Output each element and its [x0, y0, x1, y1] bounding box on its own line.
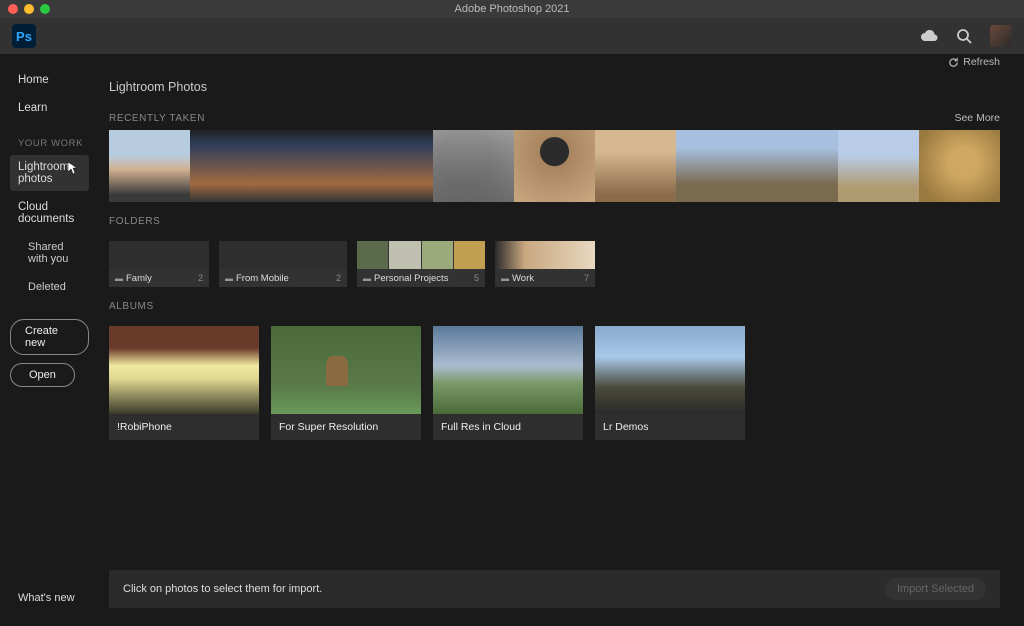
album-lr-demos[interactable]: Lr Demos: [595, 326, 745, 440]
folder-work[interactable]: ▬Work 7: [495, 241, 595, 287]
nav-item-label: Lightroom photos: [18, 161, 69, 185]
folder-count: 7: [584, 273, 589, 283]
folder-from-mobile[interactable]: ▬From Mobile 2: [219, 241, 347, 287]
folder-icon: ▬: [501, 274, 509, 283]
folder-icon: ▬: [363, 274, 371, 283]
folder-name: Famly: [126, 273, 152, 284]
cloud-icon[interactable]: [920, 30, 938, 42]
search-icon[interactable]: [956, 28, 972, 44]
album-name: For Super Resolution: [271, 414, 421, 440]
folder-icon: ▬: [115, 274, 123, 283]
user-avatar[interactable]: [990, 25, 1012, 47]
folders-row: ▬Famly 2 ▬From Mobile 2 ▬Personal Projec…: [109, 241, 1000, 287]
recent-thumb[interactable]: [595, 130, 676, 202]
folder-family[interactable]: ▬Famly 2: [109, 241, 209, 287]
open-button[interactable]: Open: [10, 363, 75, 387]
refresh-icon: [948, 57, 959, 68]
recent-thumb[interactable]: [433, 130, 514, 202]
app-bar: Ps: [0, 18, 1024, 54]
nav-lightroom-photos[interactable]: Lightroom photos: [10, 155, 89, 191]
folder-name: Work: [512, 273, 534, 284]
album-name: Full Res in Cloud: [433, 414, 583, 440]
folders-label: FOLDERS: [109, 216, 160, 227]
see-more-link[interactable]: See More: [954, 112, 1000, 124]
folder-name: Personal Projects: [374, 273, 448, 284]
folder-count: 2: [198, 273, 203, 283]
album-full-res[interactable]: Full Res in Cloud: [433, 326, 583, 440]
album-super-resolution[interactable]: For Super Resolution: [271, 326, 421, 440]
recently-taken-label: RECENTLY TAKEN: [109, 113, 205, 124]
recent-thumb[interactable]: [352, 130, 433, 202]
folder-icon: ▬: [225, 274, 233, 283]
macos-titlebar: Adobe Photoshop 2021: [0, 0, 1024, 18]
nav-cloud-documents[interactable]: Cloud documents: [10, 195, 89, 231]
folder-count: 5: [474, 273, 479, 283]
recent-thumb[interactable]: [919, 130, 1000, 202]
sidebar: Home Learn YOUR WORK Lightroom photos Cl…: [0, 54, 99, 626]
nav-deleted[interactable]: Deleted: [10, 275, 89, 299]
nav-learn[interactable]: Learn: [10, 96, 89, 120]
album-robiphone[interactable]: !RobiPhone: [109, 326, 259, 440]
import-hint: Click on photos to select them for impor…: [123, 583, 322, 595]
cursor-pointer-icon: [67, 161, 79, 175]
albums-row: !RobiPhone For Super Resolution Full Res…: [109, 326, 1000, 440]
refresh-button[interactable]: Refresh: [948, 56, 1000, 68]
recent-thumb[interactable]: [271, 130, 352, 202]
ps-logo-icon[interactable]: Ps: [12, 24, 36, 48]
recent-thumb[interactable]: [676, 130, 757, 202]
recent-thumb[interactable]: [109, 130, 190, 202]
albums-label: ALBUMS: [109, 301, 154, 312]
recent-strip: [109, 130, 1000, 202]
recent-thumb[interactable]: [838, 130, 919, 202]
import-selected-button[interactable]: Import Selected: [885, 578, 986, 600]
album-name: !RobiPhone: [109, 414, 259, 440]
folder-name: From Mobile: [236, 273, 289, 284]
recent-thumb[interactable]: [757, 130, 838, 202]
page-title: Lightroom Photos: [109, 80, 1000, 94]
create-new-button[interactable]: Create new: [10, 319, 89, 355]
recent-thumb[interactable]: [190, 130, 271, 202]
import-bar: Click on photos to select them for impor…: [109, 570, 1000, 608]
whats-new-link[interactable]: What's new: [10, 584, 89, 612]
folder-count: 2: [336, 273, 341, 283]
window-title: Adobe Photoshop 2021: [0, 3, 1024, 15]
album-name: Lr Demos: [595, 414, 745, 440]
recent-thumb[interactable]: [514, 130, 595, 202]
your-work-label: YOUR WORK: [18, 138, 89, 149]
main-panel: Refresh Lightroom Photos RECENTLY TAKEN …: [99, 54, 1024, 626]
nav-shared-with-you[interactable]: Shared with you: [10, 235, 89, 271]
nav-home[interactable]: Home: [10, 68, 89, 92]
folder-personal-projects[interactable]: ▬Personal Projects 5: [357, 241, 485, 287]
refresh-label: Refresh: [963, 56, 1000, 68]
